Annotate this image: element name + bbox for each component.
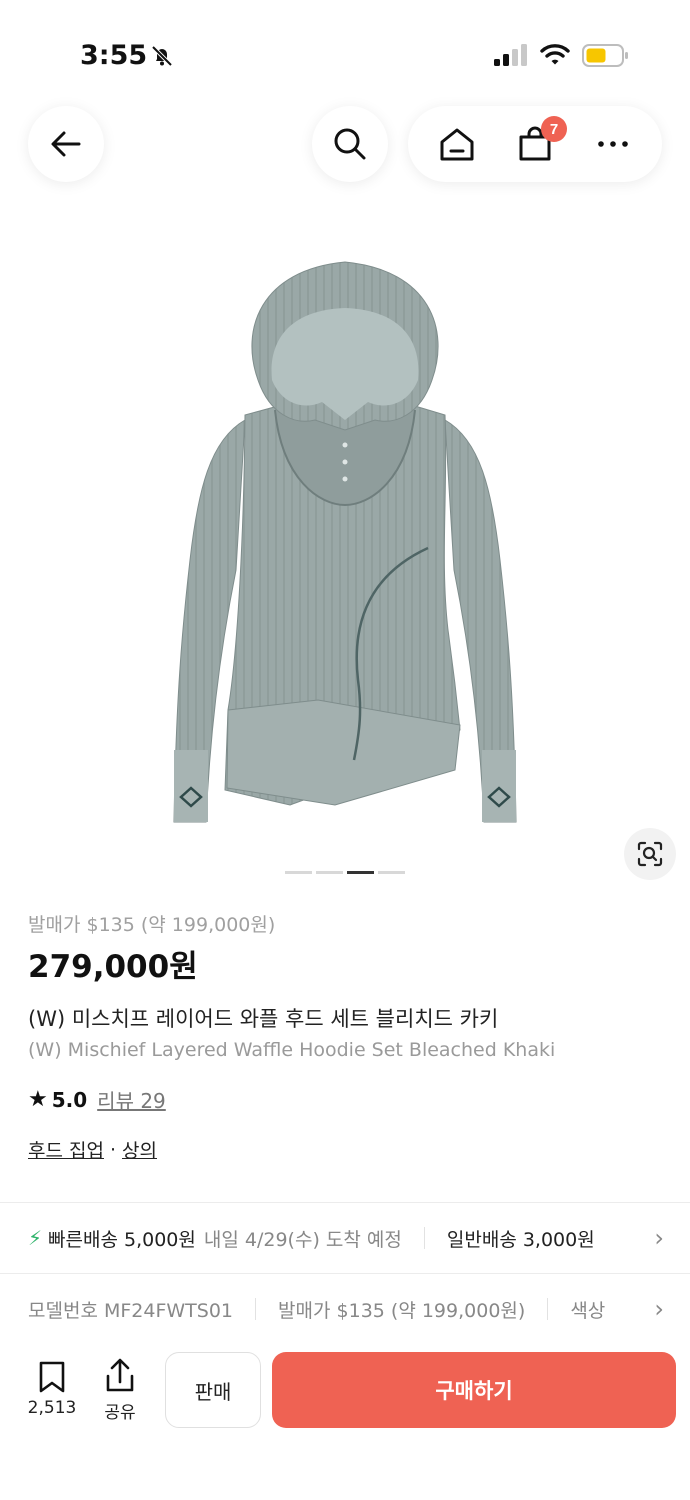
buy-button[interactable]: 구매하기 xyxy=(272,1352,676,1428)
wishlist-button[interactable]: 2,513 xyxy=(22,1360,82,1418)
more-button[interactable] xyxy=(593,124,633,164)
current-price: 279,000원 xyxy=(28,949,198,985)
spec-color: 색상 xyxy=(570,1299,606,1322)
category-link-top[interactable]: 상의 xyxy=(122,1136,157,1163)
spec-summary[interactable]: 모델번호 MF24FWTS01 발매가 $135 (약 199,000원) 색상… xyxy=(28,1294,690,1324)
product-name-english: (W) Mischief Layered Waffle Hoodie Set B… xyxy=(28,1039,556,1061)
divider xyxy=(0,1202,690,1203)
bell-muted-icon xyxy=(151,45,173,67)
page-dot-active[interactable] xyxy=(347,871,374,874)
more-dots-icon xyxy=(598,141,628,147)
chevron-right-icon[interactable]: › xyxy=(650,1295,664,1323)
page-dot[interactable] xyxy=(378,871,405,874)
model-number: 모델번호 MF24FWTS01 xyxy=(28,1299,234,1322)
bottom-action-bar: 2,513 공유 판매 구매하기 xyxy=(0,1338,690,1500)
divider xyxy=(255,1298,257,1320)
page-dot[interactable] xyxy=(316,871,343,874)
arrow-left-icon xyxy=(51,131,81,157)
cart-button[interactable]: 7 xyxy=(515,116,567,164)
category-separator: · xyxy=(109,1138,117,1161)
rating-row: ★ 5.0 리뷰 29 xyxy=(28,1085,166,1114)
rating-score: 5.0 xyxy=(51,1087,88,1112)
cell-signal-icon xyxy=(494,44,527,66)
wifi-icon xyxy=(540,44,570,65)
sell-button[interactable]: 판매 xyxy=(165,1352,261,1428)
back-button[interactable] xyxy=(28,106,104,182)
home-button[interactable] xyxy=(437,124,477,164)
divider xyxy=(0,1273,690,1274)
nav-button-group: 7 xyxy=(408,106,662,182)
share-icon xyxy=(106,1358,134,1392)
share-button[interactable]: 공유 xyxy=(98,1358,142,1423)
spec-release-price: 발매가 $135 (약 199,000원) xyxy=(278,1299,526,1322)
star-icon: ★ xyxy=(28,1087,48,1112)
status-time: 3:55 xyxy=(80,40,148,71)
image-search-button[interactable] xyxy=(624,828,676,880)
review-link[interactable]: 리뷰 29 xyxy=(97,1085,166,1114)
bookmark-icon xyxy=(39,1361,65,1393)
divider xyxy=(547,1298,549,1320)
category-link-hood-zipup[interactable]: 후드 집업 xyxy=(28,1136,104,1163)
search-icon xyxy=(334,128,366,160)
status-bar: 3:55 xyxy=(0,0,690,100)
divider xyxy=(423,1227,425,1249)
category-breadcrumb: 후드 집업 · 상의 xyxy=(28,1136,157,1163)
wishlist-count: 2,513 xyxy=(27,1398,77,1418)
page-dot[interactable] xyxy=(285,871,312,874)
search-button[interactable] xyxy=(312,106,388,182)
battery-icon xyxy=(582,44,628,67)
shipping-options[interactable]: ⚡ 빠른배송 5,000원 내일 4/29(수) 도착 예정 일반배송 3,00… xyxy=(28,1222,690,1254)
share-label: 공유 xyxy=(104,1403,136,1423)
release-price: 발매가 $135 (약 199,000원) xyxy=(28,914,276,936)
product-name-korean: (W) 미스치프 레이어드 와플 후드 세트 블리치드 카키 xyxy=(28,1007,499,1031)
chevron-right-icon[interactable]: › xyxy=(650,1224,664,1252)
product-image[interactable] xyxy=(0,230,690,860)
fast-shipping-eta: 내일 4/29(수) 도착 예정 xyxy=(203,1228,402,1251)
cart-count-badge: 7 xyxy=(541,116,567,142)
fast-shipping-label: 빠른배송 5,000원 xyxy=(48,1228,196,1251)
lens-scan-icon xyxy=(637,841,663,867)
image-pagination xyxy=(285,871,405,874)
lightning-icon: ⚡ xyxy=(28,1226,43,1250)
home-icon xyxy=(440,128,474,161)
normal-shipping-label: 일반배송 3,000원 xyxy=(446,1228,595,1251)
